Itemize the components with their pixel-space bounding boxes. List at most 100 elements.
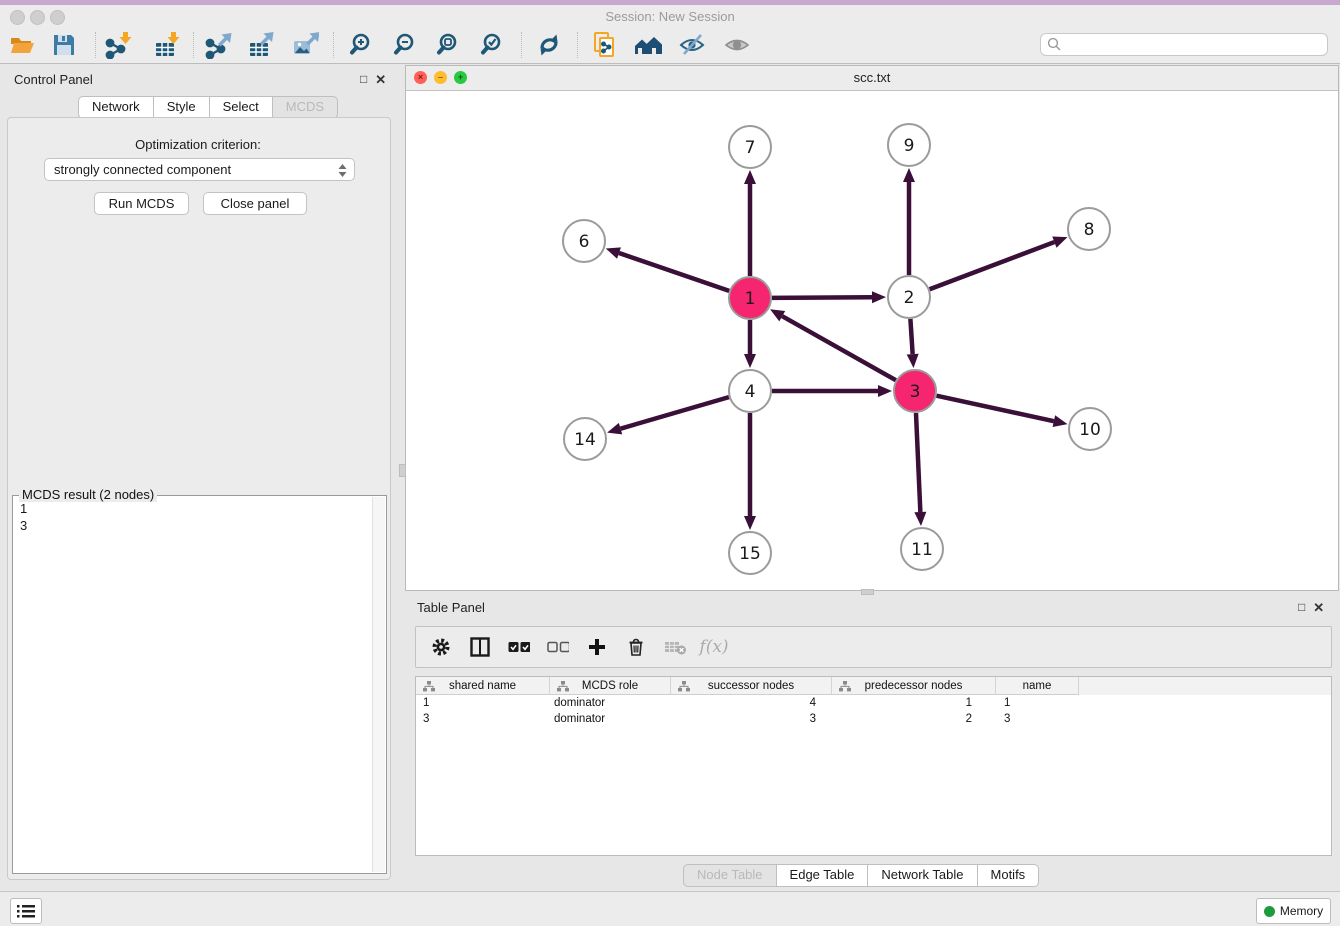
search-icon [1047,37,1062,55]
table-cell[interactable]: 1 [416,695,550,711]
run-mcds-button[interactable]: Run MCDS [94,192,189,215]
network-view-window: × – + scc.txt 7968124314101511 [405,65,1339,591]
table-cell[interactable]: 3 [416,711,550,727]
table-header-row: shared nameMCDS rolesuccessor nodesprede… [416,677,1331,695]
column-header-name[interactable]: name [996,677,1079,695]
memory-button[interactable]: Memory [1256,898,1331,924]
splitter-handle-horizontal[interactable] [861,589,874,595]
table-cell[interactable]: 4 [671,695,832,711]
graph-edge-3-11[interactable] [916,413,920,512]
graph-node-label-14: 14 [574,430,596,450]
tab-motifs[interactable]: Motifs [978,864,1040,887]
float-panel-icon[interactable]: □ [360,72,367,88]
optimization-criterion-label: Optimization criterion: [7,137,389,152]
zoom-in-icon[interactable] [348,31,376,59]
split-view-icon[interactable] [469,636,491,658]
add-row-icon[interactable] [586,636,608,658]
table-tabbar: Node TableEdge TableNetwork TableMotifs [683,864,1039,887]
select-stepper-icon [337,163,348,181]
delete-row-icon[interactable] [625,636,647,658]
status-bar: Memory [0,891,1340,926]
open-session-icon[interactable] [8,31,36,59]
table-cell[interactable]: 2 [832,711,996,727]
tab-network-table[interactable]: Network Table [868,864,977,887]
mcds-result-box: MCDS result (2 nodes) 13 [12,495,387,874]
settings-icon[interactable] [430,636,452,658]
table-cell[interactable]: 3 [996,711,1079,727]
export-table-icon[interactable] [247,31,275,59]
table-toolbar: f(x) [415,626,1332,668]
export-network-icon[interactable] [204,31,232,59]
table-cell[interactable]: 3 [671,711,832,727]
graph-arrowhead [607,423,622,435]
mcds-result-item[interactable]: 3 [20,517,372,534]
column-header-successor-nodes[interactable]: successor nodes [671,677,832,695]
graph-edge-1-2[interactable] [772,297,872,298]
graph-edge-1-6[interactable] [619,253,729,291]
tab-select[interactable]: Select [210,96,273,119]
table-cell[interactable]: 1 [832,695,996,711]
export-image-icon[interactable] [291,31,319,59]
optimization-criterion-value: strongly connected component [54,162,231,177]
table-panel-title: Table Panel [417,600,485,615]
tab-mcds[interactable]: MCDS [273,96,338,119]
graph-node-label-8: 8 [1084,220,1095,240]
graph-node-label-4: 4 [745,382,756,402]
close-panel-icon[interactable]: ✕ [375,72,386,88]
tab-network[interactable]: Network [78,96,154,119]
graph-edge-2-8[interactable] [930,242,1055,289]
zoom-fit-icon[interactable] [435,31,463,59]
column-header-shared-name[interactable]: shared name [416,677,550,695]
graph-arrowhead [744,516,756,530]
import-network-icon[interactable] [104,31,132,59]
memory-label: Memory [1280,904,1323,918]
close-panel-button[interactable]: Close panel [203,192,307,215]
node-table[interactable]: shared nameMCDS rolesuccessor nodesprede… [415,676,1332,856]
optimization-criterion-select[interactable]: strongly connected component [44,158,355,181]
graph-arrowhead [606,247,621,258]
control-panel-title: Control Panel [14,72,93,87]
graph-arrowhead [744,354,756,368]
mcds-result-item[interactable]: 1 [20,500,372,517]
zoom-selected-icon[interactable] [479,31,507,59]
search-input[interactable] [1040,33,1328,56]
table-cell[interactable]: dominator [550,695,671,711]
network-canvas[interactable]: 7968124314101511 [406,90,1338,590]
column-header-predecessor-nodes[interactable]: predecessor nodes [832,677,996,695]
main-toolbar [0,28,1340,64]
close-table-panel-icon[interactable]: ✕ [1313,600,1324,616]
column-header-MCDS-role[interactable]: MCDS role [550,677,671,695]
graph-node-label-10: 10 [1079,420,1101,440]
result-scrollbar[interactable] [372,497,385,872]
float-table-panel-icon[interactable]: □ [1298,600,1305,616]
show-graphics-details-icon[interactable] [723,31,751,59]
graph-arrowhead [744,170,756,184]
graph-edge-3-10[interactable] [936,396,1053,421]
table-cell[interactable]: 1 [996,695,1079,711]
table-cell[interactable]: dominator [550,711,671,727]
tab-style[interactable]: Style [154,96,210,119]
function-builder-icon: f(x) [703,636,725,658]
table-row[interactable]: 3dominator323 [416,711,1331,727]
select-all-icon[interactable] [508,636,530,658]
hide-graphics-details-icon[interactable] [678,31,706,59]
import-table-icon[interactable] [152,31,180,59]
zoom-out-icon[interactable] [392,31,420,59]
graph-arrowhead [872,291,886,303]
graph-edge-4-14[interactable] [621,397,729,429]
refresh-icon[interactable] [535,31,563,59]
tab-edge-table[interactable]: Edge Table [777,864,869,887]
save-session-icon[interactable] [50,31,78,59]
deselect-all-icon[interactable] [547,636,569,658]
control-panel-tabbar: NetworkStyleSelectMCDS [78,96,338,119]
app-title: Session: New Session [0,9,1340,24]
clone-network-icon[interactable] [591,31,619,59]
splitter-handle-vertical[interactable] [399,464,406,477]
graph-edge-2-3[interactable] [910,319,912,354]
mcds-result-list[interactable]: 13 [14,498,372,872]
table-row[interactable]: 1dominator411 [416,695,1331,711]
home-icon[interactable] [634,31,662,59]
task-history-button[interactable] [10,898,42,924]
tab-node-table[interactable]: Node Table [683,864,777,887]
graph-edge-3-1[interactable] [782,316,896,380]
